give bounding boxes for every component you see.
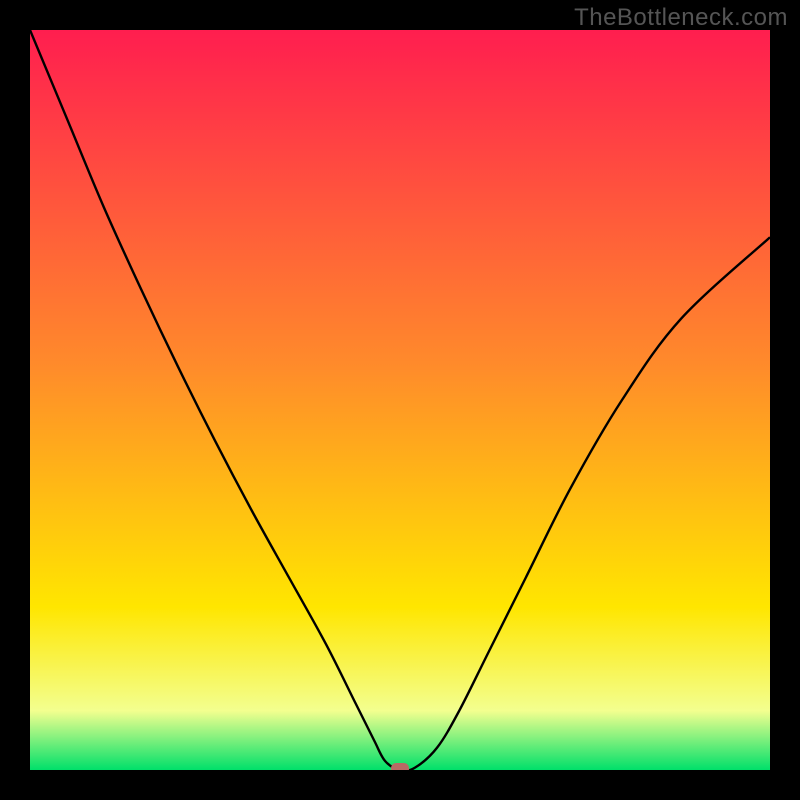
- plot-area: [30, 30, 770, 770]
- chart-svg: [30, 30, 770, 770]
- optimum-marker: [391, 763, 409, 770]
- chart-frame: TheBottleneck.com: [0, 0, 800, 800]
- gradient-background: [30, 30, 770, 770]
- watermark-text: TheBottleneck.com: [574, 4, 788, 32]
